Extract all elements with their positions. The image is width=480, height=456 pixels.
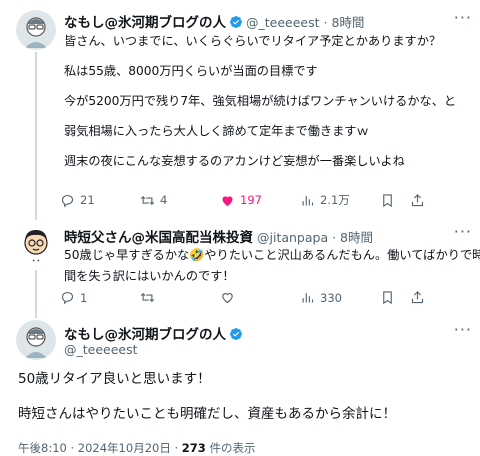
post-line: 私は55歳、8000万円くらいが当面の目標です <box>64 64 318 78</box>
svg-text:✦ ✦: ✦ ✦ <box>32 258 41 263</box>
verified-badge-icon <box>230 16 242 28</box>
like-button[interactable]: 197 <box>220 192 300 208</box>
avatar-illustration-icon <box>16 10 56 50</box>
reply-button[interactable]: 21 <box>60 192 140 208</box>
post-time[interactable]: 8時間 <box>331 15 364 30</box>
handle[interactable]: @_teeeeest <box>64 342 138 357</box>
views-icon <box>302 293 314 303</box>
repost-button[interactable]: 4 <box>140 192 220 208</box>
post-1[interactable]: なもし@氷河期ブログの人 @_teeeeest · 8時間 ··· 皆さん、いつま… <box>0 0 480 220</box>
post-line: 皆さん、いつまでに、いくらぐらいでリタイア予定とかありますか？ <box>64 34 442 48</box>
avatar-nanashi[interactable] <box>16 10 56 50</box>
post-line: 週末の夜にこんな妄想するのアカンけど妄想が一番楽しいよね <box>64 154 405 168</box>
action-bar: 21 4 197 2.1万 <box>60 192 470 208</box>
share-button[interactable] <box>410 192 440 208</box>
view-count: 273 <box>181 441 206 455</box>
views-button[interactable]: 2.1万 <box>300 192 380 208</box>
post-body: 50歳じゃ早すぎるかな🤣やりたいこと沢山あるんだもん。働いてばかりで時 間を失う… <box>64 245 480 287</box>
like-button[interactable] <box>220 290 300 305</box>
like-icon <box>222 195 233 206</box>
views-button[interactable]: 330 <box>300 290 380 305</box>
bookmark-icon <box>383 193 392 207</box>
action-bar: 1 330 <box>60 290 470 305</box>
post-line: 間を失う訳にはいかんのです！ <box>64 269 235 283</box>
avatar-nanashi[interactable] <box>16 320 56 360</box>
thread-line <box>35 52 37 220</box>
reply-icon <box>61 291 74 305</box>
repost-icon <box>140 195 155 205</box>
separator-dot: · <box>328 230 341 245</box>
share-button[interactable] <box>410 290 440 305</box>
thread-line <box>35 270 37 318</box>
display-name[interactable]: 時短父さん@米国高配当株投資 <box>64 230 253 246</box>
separator-dot: · <box>319 15 332 30</box>
post-timestamp[interactable]: 午後8:10 · 2024年10月20日 · <box>18 441 178 455</box>
like-icon <box>222 293 233 304</box>
display-name[interactable]: なもし@氷河期ブログの人 <box>64 15 226 31</box>
reply-count: 1 <box>80 290 88 305</box>
post-line: 時短さんはやりたいことも明確だし、資産もあるから余計に！ <box>18 406 396 422</box>
views-count: 330 <box>320 290 342 305</box>
more-icon[interactable]: ··· <box>454 222 472 241</box>
post-body: 皆さん、いつまでに、いくらぐらいでリタイア予定とかありますか？ 私は55歳、80… <box>64 31 456 172</box>
repost-icon <box>140 292 155 303</box>
views-count: 2.1万 <box>320 193 350 207</box>
post-3-focused[interactable]: なもし@氷河期ブログの人 @_teeeeest ··· 50歳リタイア良いと思い… <box>0 318 480 456</box>
repost-button[interactable] <box>140 290 220 305</box>
share-icon <box>411 193 424 206</box>
post-line: 50歳リタイア良いと思います！ <box>18 371 211 387</box>
handle[interactable]: @_teeeeest <box>246 15 320 30</box>
share-icon <box>411 291 424 304</box>
post-body: 50歳リタイア良いと思います！ 時短さんはやりたいことも明確だし、資産もあるから… <box>18 369 396 425</box>
view-label: 件の表示 <box>209 441 256 455</box>
verified-badge-icon <box>230 328 242 340</box>
post-line: 50歳じゃ早すぎるかな🤣やりたいこと沢山あるんだもん。働いてばかりで時 <box>64 248 480 262</box>
like-count: 197 <box>240 193 262 207</box>
avatar-illustration-icon <box>16 320 56 360</box>
reply-button[interactable]: 1 <box>60 290 140 305</box>
bookmark-button[interactable] <box>380 290 410 305</box>
views-icon <box>302 195 314 205</box>
handle[interactable]: @jitanpapa <box>257 230 328 245</box>
post-line: 弱気相場に入ったら大人しく諦めて定年まで働きますｗ <box>64 124 369 138</box>
post-2[interactable]: ✦ ✦ 時短父さん@米国高配当株投資 @jitanpapa · 8時間 ··· 5… <box>0 220 480 318</box>
bookmark-button[interactable] <box>380 192 410 208</box>
display-name[interactable]: なもし@氷河期ブログの人 <box>64 327 226 343</box>
post-line: 今が5200万円で残り7年、強気相場が続けばワンチャンいけるかな、と <box>64 94 457 108</box>
reply-count: 21 <box>80 193 95 207</box>
reply-icon <box>61 194 74 207</box>
avatar-jitanpapa[interactable]: ✦ ✦ <box>16 224 56 264</box>
post-time[interactable]: 8時間 <box>340 230 373 245</box>
more-icon[interactable]: ··· <box>454 8 472 27</box>
bookmark-icon <box>383 291 392 305</box>
avatar-illustration-icon: ✦ ✦ <box>24 230 48 263</box>
repost-count: 4 <box>160 193 168 207</box>
post-meta: 午後8:10 · 2024年10月20日 · 273 件の表示 <box>18 440 255 456</box>
more-icon[interactable]: ··· <box>454 320 472 339</box>
